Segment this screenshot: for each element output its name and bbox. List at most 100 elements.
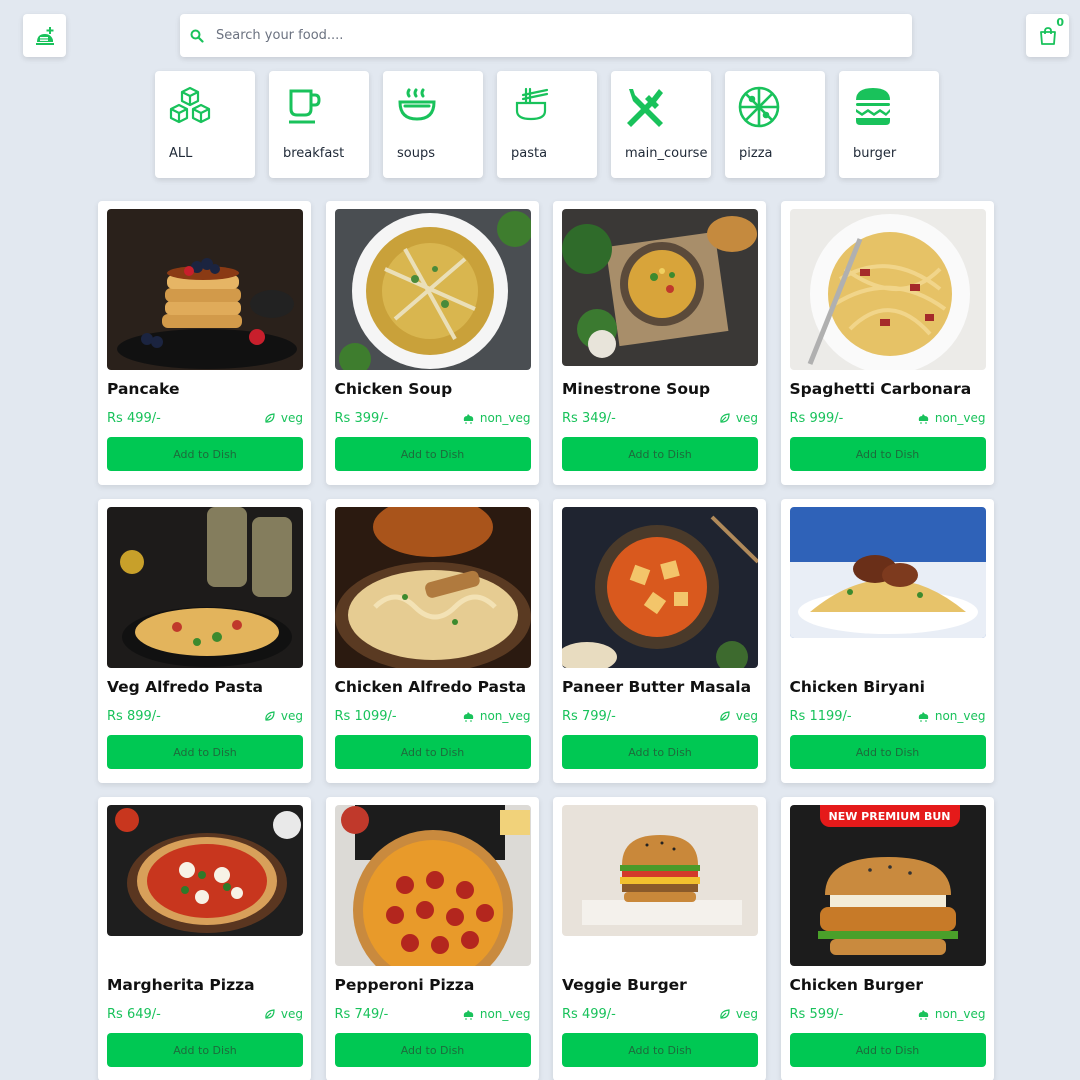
diet-tag: non_veg [462,411,531,425]
diet-tag: non_veg [462,1007,531,1021]
category-label: pasta [511,146,548,161]
category-label: breakfast [283,146,345,161]
food-image-chicken-burger: NEW PREMIUM BUN [789,805,986,966]
food-price: Rs 649/- [107,1007,161,1022]
shopping-bag-icon [1039,26,1056,45]
food-image-veggie-burger [562,805,758,936]
food-price: Rs 499/- [562,1007,616,1022]
add-to-dish-button[interactable]: Add to Dish [789,437,986,471]
food-name: Chicken Burger [789,976,924,994]
food-image-chicken-soup [334,209,531,370]
add-to-dish-button[interactable]: Add to Dish [334,1033,531,1067]
category-pizza[interactable]: pizza [725,71,825,178]
utensils-icon [627,89,663,127]
diet-tag: non_veg [917,411,986,425]
cubes-icon [169,86,211,124]
food-price: Rs 499/- [107,411,161,426]
diet-label: veg [280,1007,303,1021]
diet-tag: non_veg [917,1007,986,1021]
category-label: burger [853,146,897,161]
food-price: Rs 1099/- [334,709,397,724]
add-to-dish-button[interactable]: Add to Dish [562,1033,758,1067]
food-image-spaghetti-carbonara [789,209,986,370]
promo-banner: NEW PREMIUM BUN [819,805,960,827]
add-to-dish-button[interactable]: Add to Dish [334,735,531,769]
leaf-icon [720,1009,730,1019]
diet-tag: non_veg [917,709,986,723]
search-icon [190,29,204,43]
category-breakfast[interactable]: breakfast [269,71,369,178]
chicken-icon [918,712,929,722]
food-grid: Pancake Rs 499/- veg Add to Dish Chicken… [98,201,994,1080]
category-label: soups [397,146,435,161]
food-card: Chicken Alfredo Pasta Rs 1099/- non_veg … [325,499,539,783]
food-price: Rs 399/- [334,411,389,426]
food-name: Chicken Alfredo Pasta [334,678,527,696]
food-image-minestrone-soup [562,209,758,366]
food-image-chicken-biryani [789,507,986,638]
add-to-dish-button[interactable]: Add to Dish [789,735,986,769]
category-main-course[interactable]: main_course [611,71,711,178]
category-soups[interactable]: soups [383,71,483,178]
food-price: Rs 749/- [334,1007,389,1022]
soup-bowl-icon [398,88,436,121]
diet-tag: veg [264,411,303,425]
add-to-dish-button[interactable]: Add to Dish [334,437,531,471]
food-name: Veggie Burger [562,976,687,994]
food-price: Rs 799/- [562,709,616,724]
pizza-icon [738,86,780,128]
food-card: Pancake Rs 499/- veg Add to Dish [98,201,311,485]
food-image-pepperoni-pizza [334,805,531,966]
food-name: Pepperoni Pizza [334,976,475,994]
leaf-icon [265,413,275,423]
food-name: Margherita Pizza [107,976,255,994]
diet-label: veg [735,1007,758,1021]
food-name: Pancake [107,380,180,398]
food-image-paneer-butter-masala [562,507,758,668]
add-to-dish-button[interactable]: Add to Dish [107,735,303,769]
diet-tag: veg [719,709,758,723]
food-card: NEW PREMIUM BUN Chicken Burger Rs 599/- … [780,797,994,1080]
food-price: Rs 349/- [562,411,616,426]
logo-button[interactable] [23,14,66,57]
food-card: Minestrone Soup Rs 349/- veg Add to Dish [553,201,766,485]
food-card: Chicken Soup Rs 399/- non_veg Add to Dis… [325,201,539,485]
diet-label: veg [280,709,303,723]
category-pasta[interactable]: pasta [497,71,597,178]
add-to-dish-button[interactable]: Add to Dish [562,437,758,471]
food-price: Rs 899/- [107,709,161,724]
food-name: Spaghetti Carbonara [789,380,972,398]
food-card: Veggie Burger Rs 499/- veg Add to Dish [553,797,766,1080]
cart-button[interactable]: 0 [1026,14,1069,57]
add-to-dish-button[interactable]: Add to Dish [107,1033,303,1067]
diet-tag: veg [264,709,303,723]
food-image-pancake [107,209,303,370]
leaf-icon [720,711,730,721]
food-card: Pepperoni Pizza Rs 749/- non_veg Add to … [325,797,539,1080]
food-image-margherita-pizza [107,805,303,936]
category-burger[interactable]: burger [839,71,939,178]
food-card: Chicken Biryani Rs 1199/- non_veg Add to… [780,499,994,783]
leaf-icon [720,413,730,423]
search-bar [180,14,912,57]
add-to-dish-button[interactable]: Add to Dish [789,1033,986,1067]
category-all[interactable]: ALL [155,71,255,178]
diet-tag: non_veg [462,709,531,723]
food-card: Paneer Butter Masala Rs 799/- veg Add to… [553,499,766,783]
chicken-icon [463,1010,474,1020]
leaf-icon [265,1009,275,1019]
leaf-icon [265,711,275,721]
diet-label: veg [280,411,303,425]
diet-label: veg [735,411,758,425]
food-image-chicken-alfredo-pasta [334,507,531,668]
diet-tag: veg [264,1007,303,1021]
chicken-icon [918,1010,929,1020]
cart-count-badge: 0 [1056,16,1064,29]
add-to-dish-button[interactable]: Add to Dish [107,437,303,471]
category-label: pizza [739,146,773,161]
add-to-dish-button[interactable]: Add to Dish [562,735,758,769]
diet-tag: veg [719,1007,758,1021]
search-input[interactable] [216,28,876,43]
food-name: Chicken Soup [334,380,453,398]
coffee-cup-icon [289,89,321,124]
